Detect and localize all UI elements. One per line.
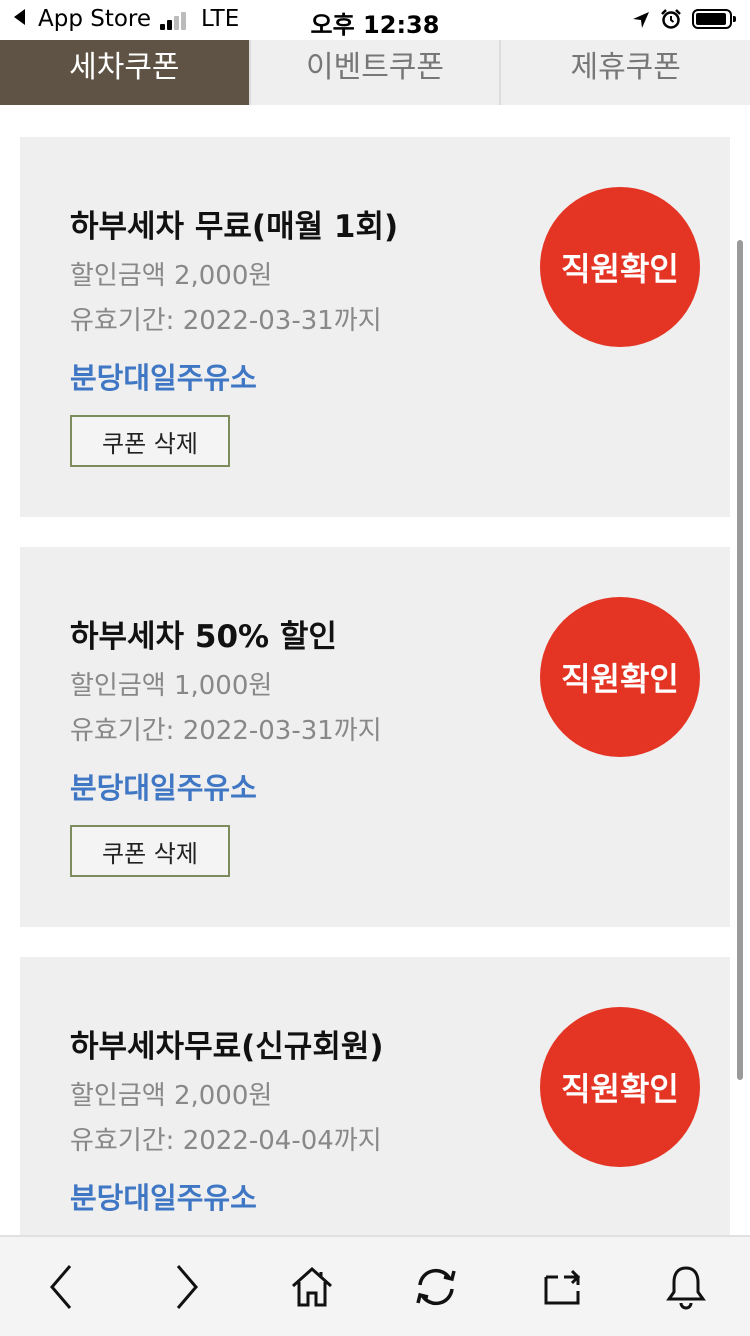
coupon-store: 분당대일주유소 (70, 1181, 257, 1215)
tab-label: 제휴쿠폰 (570, 49, 681, 85)
location-arrow-icon (633, 12, 649, 28)
home-button[interactable] (282, 1257, 342, 1317)
share-icon (544, 1269, 581, 1305)
coupon-category-tabs: 세차쿠폰 이벤트쿠폰 제휴쿠폰 (0, 40, 750, 105)
coupon-store: 분당대일주유소 (70, 361, 257, 395)
notifications-button[interactable] (656, 1257, 716, 1317)
coupon-expiry: 유효기간: 2022-04-04까지 (70, 1126, 382, 1156)
staff-confirm-button[interactable]: 직원확인 (540, 1007, 700, 1167)
tab-label: 이벤트쿠폰 (306, 49, 444, 85)
coupon-expiry: 유효기간: 2022-03-31까지 (70, 306, 382, 336)
share-button[interactable] (532, 1257, 592, 1317)
alarm-icon (661, 9, 681, 29)
coupon-title: 하부세차 무료(매월 1회) (70, 209, 399, 245)
coupon-title: 하부세차무료(신규회원) (70, 1029, 384, 1065)
home-icon (291, 1266, 333, 1307)
scrollbar[interactable] (737, 240, 743, 1080)
coupon-discount-amount: 할인금액 2,000원 (70, 1081, 273, 1111)
coupon-discount-amount: 할인금액 2,000원 (70, 261, 273, 291)
refresh-icon (416, 1268, 456, 1306)
delete-coupon-button[interactable]: 쿠폰 삭제 (70, 415, 230, 467)
coupon-discount-amount: 할인금액 1,000원 (70, 671, 273, 701)
coupon-title: 하부세차 50% 할인 (70, 619, 337, 655)
coupon-card: 하부세차무료(신규회원) 할인금액 2,000원 유효기간: 2022-04-0… (20, 957, 730, 1235)
back-arrow-icon (50, 1265, 72, 1309)
refresh-button[interactable] (406, 1257, 466, 1317)
tab-event-coupons[interactable]: 이벤트쿠폰 (248, 40, 500, 105)
forward-arrow-icon (176, 1265, 198, 1309)
coupon-expiry: 유효기간: 2022-03-31까지 (70, 716, 382, 746)
battery-icon (692, 9, 736, 29)
tab-label: 세차쿠폰 (69, 49, 180, 85)
back-button[interactable] (32, 1257, 92, 1317)
forward-button[interactable] (156, 1257, 216, 1317)
tab-car-wash-coupons[interactable]: 세차쿠폰 (0, 40, 249, 105)
status-bar: App Store LTE 오후 12:38 (0, 0, 750, 40)
staff-confirm-button[interactable]: 직원확인 (540, 187, 700, 347)
tab-partner-coupons[interactable]: 제휴쿠폰 (499, 40, 750, 105)
bottom-navigation-bar (0, 1235, 750, 1336)
staff-confirm-button[interactable]: 직원확인 (540, 597, 700, 757)
delete-coupon-button[interactable]: 쿠폰 삭제 (70, 825, 230, 877)
coupon-card: 하부세차 50% 할인 할인금액 1,000원 유효기간: 2022-03-31… (20, 547, 730, 927)
bell-icon (666, 1266, 706, 1310)
coupon-store: 분당대일주유소 (70, 771, 257, 805)
coupon-card: 하부세차 무료(매월 1회) 할인금액 2,000원 유효기간: 2022-03… (20, 137, 730, 517)
